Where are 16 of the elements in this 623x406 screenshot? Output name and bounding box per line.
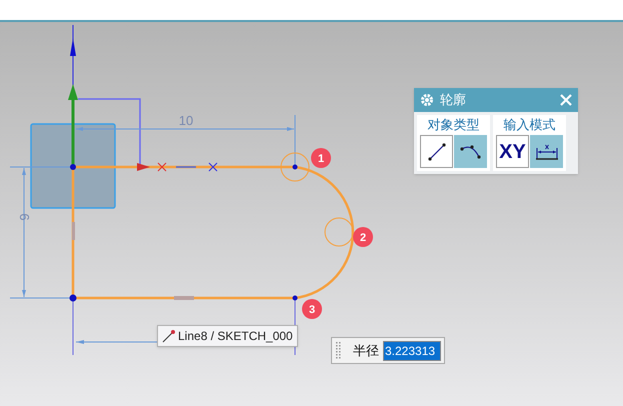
mode-toggle[interactable] bbox=[454, 135, 487, 168]
mode-toggle[interactable] bbox=[420, 135, 453, 168]
pencil-icon bbox=[162, 329, 176, 343]
mode-toggle[interactable] bbox=[530, 135, 563, 168]
mode-toggle[interactable]: XY bbox=[496, 135, 529, 168]
drag-handle-icon[interactable] bbox=[336, 341, 341, 360]
tooltip-text: Line8 / SKETCH_000 bbox=[178, 328, 293, 345]
close-icon[interactable] bbox=[560, 94, 572, 106]
radius-input[interactable]: 3.223313 bbox=[383, 340, 441, 360]
dialog-title: 轮廓 bbox=[440, 91, 467, 110]
gear-icon bbox=[420, 93, 434, 107]
group-label: 对象类型 bbox=[428, 116, 480, 134]
line-icon bbox=[426, 140, 448, 162]
radius-label: 半径 bbox=[353, 342, 379, 360]
xy-label: XY bbox=[499, 142, 526, 162]
group-label: 输入模式 bbox=[504, 116, 556, 134]
